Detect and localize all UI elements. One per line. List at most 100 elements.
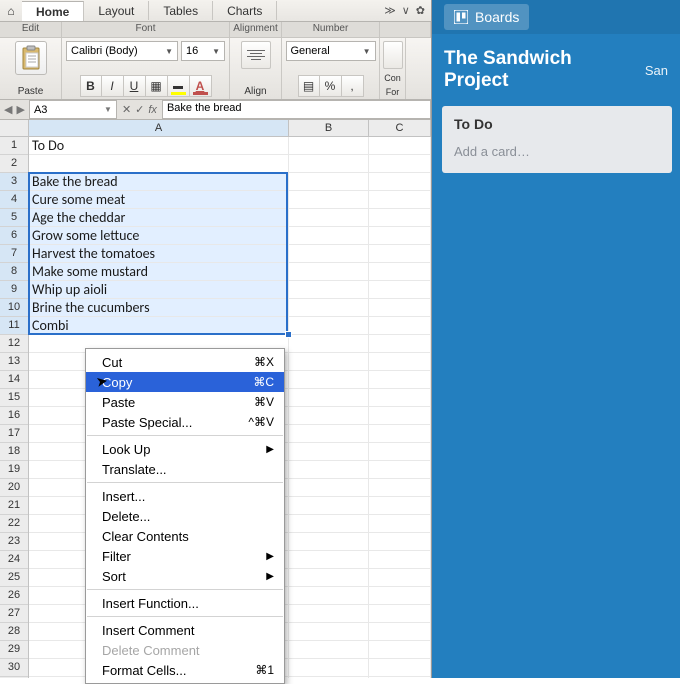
cell[interactable] xyxy=(289,443,369,460)
cell[interactable] xyxy=(289,569,369,586)
cell[interactable]: Harvest the tomatoes xyxy=(29,245,289,262)
cell[interactable] xyxy=(369,497,431,514)
conditional-formatting-button[interactable] xyxy=(383,41,403,69)
cell[interactable] xyxy=(289,299,369,316)
cell[interactable] xyxy=(369,443,431,460)
cell[interactable] xyxy=(29,155,289,172)
font-color-button[interactable]: A xyxy=(190,75,212,97)
row-header[interactable]: 7 xyxy=(0,245,28,263)
cell[interactable] xyxy=(369,155,431,172)
formula-bar[interactable]: Bake the bread xyxy=(162,100,431,119)
tab-charts[interactable]: Charts xyxy=(213,1,277,20)
cell[interactable] xyxy=(289,425,369,442)
cell[interactable] xyxy=(289,659,369,676)
menu-item[interactable]: Copy⌘C xyxy=(86,372,284,392)
row-header[interactable]: 1 xyxy=(0,137,28,155)
cell[interactable] xyxy=(369,425,431,442)
percent-button[interactable]: % xyxy=(320,75,342,97)
align-button[interactable] xyxy=(241,41,271,69)
row-header[interactable]: 26 xyxy=(0,587,28,605)
menu-item[interactable]: Look Up▶ xyxy=(86,439,284,459)
row-header[interactable]: 2 xyxy=(0,155,28,173)
cell[interactable]: Whip up aioli xyxy=(29,281,289,298)
font-name-combo[interactable]: Calibri (Body) ▼ xyxy=(66,41,178,61)
cell[interactable] xyxy=(289,533,369,550)
cancel-formula-icon[interactable]: ✕ xyxy=(122,103,131,116)
cell[interactable] xyxy=(289,245,369,262)
cell[interactable]: To Do xyxy=(29,137,289,154)
row-header[interactable]: 15 xyxy=(0,389,28,407)
row-header[interactable]: 18 xyxy=(0,443,28,461)
row-header[interactable]: 16 xyxy=(0,407,28,425)
menu-item[interactable]: Clear Contents xyxy=(86,526,284,546)
tabs-more[interactable]: ≫ xyxy=(384,4,396,17)
cell[interactable] xyxy=(369,569,431,586)
cell[interactable] xyxy=(369,623,431,640)
row-header[interactable]: 27 xyxy=(0,605,28,623)
row-header[interactable]: 10 xyxy=(0,299,28,317)
add-card-link[interactable]: Add a card… xyxy=(450,140,664,163)
row-header[interactable]: 6 xyxy=(0,227,28,245)
cell[interactable] xyxy=(289,137,369,154)
cell[interactable] xyxy=(369,335,431,352)
row-header[interactable]: 21 xyxy=(0,497,28,515)
row-header[interactable]: 13 xyxy=(0,353,28,371)
cell[interactable] xyxy=(369,407,431,424)
row-header[interactable]: 29 xyxy=(0,641,28,659)
cell[interactable] xyxy=(289,317,369,334)
cell[interactable] xyxy=(369,371,431,388)
board-sub[interactable]: San xyxy=(645,63,668,78)
cell[interactable] xyxy=(369,227,431,244)
cell[interactable] xyxy=(369,209,431,226)
cell[interactable] xyxy=(289,479,369,496)
cell[interactable]: Grow some lettuce xyxy=(29,227,289,244)
cell[interactable] xyxy=(369,587,431,604)
cell[interactable] xyxy=(289,335,369,352)
row-header[interactable]: 5 xyxy=(0,209,28,227)
underline-button[interactable]: U xyxy=(124,75,146,97)
number-format-combo[interactable]: General ▼ xyxy=(286,41,376,61)
comma-button[interactable]: , xyxy=(342,75,364,97)
cell[interactable] xyxy=(369,281,431,298)
row-header[interactable]: 4 xyxy=(0,191,28,209)
cell[interactable] xyxy=(289,227,369,244)
row-header[interactable]: 30 xyxy=(0,659,28,677)
cell[interactable] xyxy=(289,515,369,532)
menu-item[interactable]: Sort▶ xyxy=(86,566,284,586)
border-button[interactable]: ▦ xyxy=(146,75,168,97)
cell[interactable]: Make some mustard xyxy=(29,263,289,280)
cell[interactable] xyxy=(289,353,369,370)
menu-item[interactable]: Filter▶ xyxy=(86,546,284,566)
selection-handle[interactable] xyxy=(285,331,292,338)
cell[interactable] xyxy=(369,389,431,406)
cell[interactable] xyxy=(369,551,431,568)
tabs-collapse-icon[interactable]: ∨ xyxy=(402,4,410,17)
cell[interactable]: Combi xyxy=(29,317,289,334)
row-header[interactable]: 20 xyxy=(0,479,28,497)
cell[interactable] xyxy=(289,191,369,208)
list-title[interactable]: To Do xyxy=(450,114,664,140)
row-header[interactable]: 14 xyxy=(0,371,28,389)
cell[interactable] xyxy=(289,461,369,478)
bold-button[interactable]: B xyxy=(80,75,102,97)
cell[interactable] xyxy=(369,173,431,190)
font-size-combo[interactable]: 16 ▼ xyxy=(181,41,225,61)
row-header[interactable]: 25 xyxy=(0,569,28,587)
cell[interactable] xyxy=(289,173,369,190)
menu-item[interactable]: Delete... xyxy=(86,506,284,526)
cell[interactable] xyxy=(289,389,369,406)
boards-button[interactable]: Boards xyxy=(444,4,529,30)
row-header[interactable]: 3 xyxy=(0,173,28,191)
cell[interactable] xyxy=(289,605,369,622)
cell[interactable]: Age the cheddar xyxy=(29,209,289,226)
cell[interactable] xyxy=(289,155,369,172)
tab-tables[interactable]: Tables xyxy=(149,1,213,20)
cell[interactable] xyxy=(289,587,369,604)
cell[interactable] xyxy=(369,461,431,478)
col-header-B[interactable]: B xyxy=(289,120,369,136)
cell[interactable] xyxy=(369,317,431,334)
menu-item[interactable]: Paste⌘V xyxy=(86,392,284,412)
cell[interactable] xyxy=(369,263,431,280)
cell[interactable] xyxy=(289,551,369,568)
row-header[interactable]: 19 xyxy=(0,461,28,479)
